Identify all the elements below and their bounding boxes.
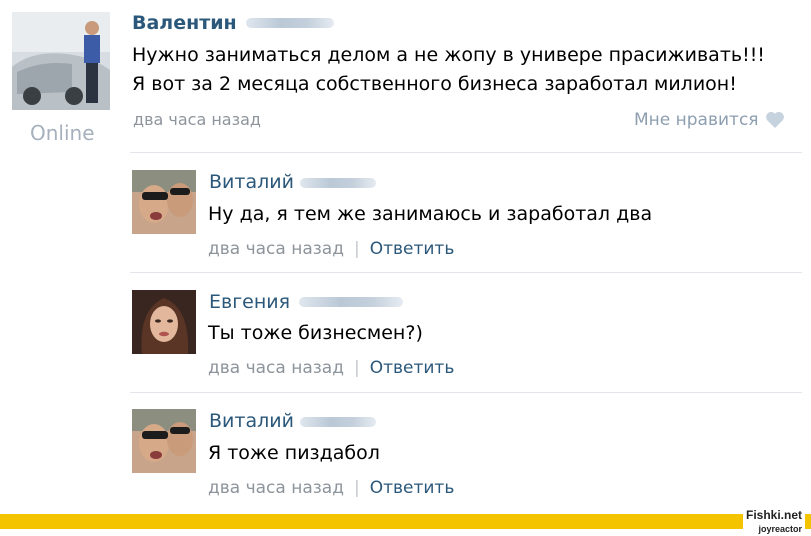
avatar-photo [132, 290, 196, 354]
divider [130, 152, 802, 153]
comment-meta: два часа назад | Ответить [208, 239, 454, 259]
avatar-photo [132, 409, 196, 473]
watermark-site: Fishki.net [745, 508, 802, 522]
blurred-surname [299, 297, 403, 307]
online-status: Online [30, 121, 95, 145]
comment-text: Я тоже пиздабол [208, 442, 380, 464]
divider [130, 392, 802, 393]
post-author[interactable]: Валентин [132, 12, 237, 34]
like-label: Мне нравится [634, 110, 759, 130]
comment-time[interactable]: два часа назад [208, 358, 344, 378]
avatar-photo [132, 170, 196, 234]
reply-link[interactable]: Ответить [370, 358, 455, 378]
comment-meta: два часа назад | Ответить [208, 358, 454, 378]
meta-separator: | [353, 358, 360, 378]
heart-icon [765, 111, 784, 128]
comment-avatar[interactable] [132, 170, 196, 234]
author-avatar[interactable] [12, 12, 110, 110]
post-text: Нужно заниматься делом а не жопу в униве… [132, 41, 765, 99]
post-line: Я вот за 2 месяца собственного бизнеса з… [132, 73, 737, 95]
watermark-site2: joyreactor [758, 524, 802, 534]
blurred-surname [300, 417, 376, 427]
comment-time[interactable]: два часа назад [208, 478, 344, 498]
comment-author[interactable]: Виталий [209, 410, 294, 432]
reply-link[interactable]: Ответить [370, 239, 455, 259]
like-button[interactable]: Мне нравится [634, 110, 785, 130]
blurred-surname [300, 178, 376, 188]
author-photo [12, 12, 110, 110]
divider [130, 272, 802, 273]
reply-link[interactable]: Ответить [370, 478, 455, 498]
meta-separator: | [353, 239, 360, 259]
post-line: Нужно заниматься делом а не жопу в униве… [132, 44, 765, 66]
comment-meta: два часа назад | Ответить [208, 478, 454, 498]
watermark: Fishki.net joyreactor [742, 508, 805, 536]
meta-separator: | [353, 478, 360, 498]
bottom-band [0, 514, 811, 529]
comment-text: Ну да, я тем же занимаюсь и заработал дв… [208, 203, 653, 225]
comment-author[interactable]: Евгения [209, 291, 290, 313]
comment-text: Ты тоже бизнесмен?) [208, 322, 423, 344]
comment-avatar[interactable] [132, 290, 196, 354]
comment-author[interactable]: Виталий [209, 171, 294, 193]
post-time[interactable]: два часа назад [133, 110, 261, 129]
comment-time[interactable]: два часа назад [208, 239, 344, 259]
blurred-surname [246, 18, 334, 28]
comment-avatar[interactable] [132, 409, 196, 473]
